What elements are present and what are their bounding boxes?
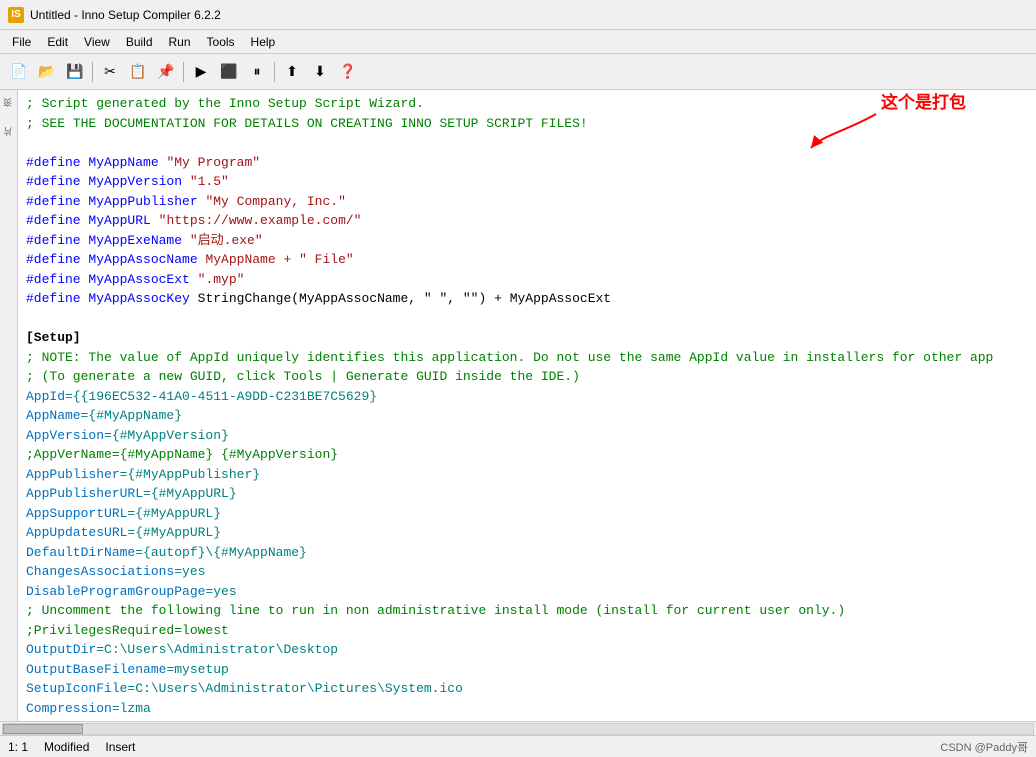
sep3 <box>274 62 275 82</box>
code-line: #define MyAppAssocExt ".myp" <box>26 270 1028 290</box>
cursor-position: 1: 1 <box>8 740 28 754</box>
hscroll-thumb[interactable] <box>3 724 83 734</box>
edit-mode: Insert <box>105 740 135 754</box>
code-line: #define MyAppPublisher "My Company, Inc.… <box>26 192 1028 212</box>
paste-toolbar-btn[interactable]: 📌 <box>153 59 179 85</box>
code-line: DefaultDirName={autopf}\{#MyAppName} <box>26 543 1028 563</box>
code-line: ; Uncomment the following line to run in… <box>26 601 1028 621</box>
menu-item-build[interactable]: Build <box>118 33 161 51</box>
code-line: #define MyAppAssocName MyAppName + " Fil… <box>26 250 1028 270</box>
code-line <box>26 133 1028 153</box>
export2-toolbar-btn[interactable]: ⬇ <box>307 59 333 85</box>
editor[interactable]: ; Script generated by the Inno Setup Scr… <box>18 90 1036 721</box>
menu-item-edit[interactable]: Edit <box>39 33 76 51</box>
code-line: ; SEE THE DOCUMENTATION FOR DETAILS ON C… <box>26 114 1028 134</box>
horizontal-scrollbar[interactable] <box>0 721 1036 735</box>
code-line: ;AppVerName={#MyAppName} {#MyAppVersion} <box>26 445 1028 465</box>
code-line: #define MyAppVersion "1.5" <box>26 172 1028 192</box>
menu-item-file[interactable]: File <box>4 33 39 51</box>
help-toolbar-btn[interactable]: ❓ <box>335 59 361 85</box>
code-line: #define MyAppName "My Program" <box>26 153 1028 173</box>
code-line: #define MyAppURL "https://www.example.co… <box>26 211 1028 231</box>
sidebar: 资 片 <box>0 90 18 721</box>
code-line: ;PrivilegesRequired=lowest <box>26 621 1028 641</box>
code-line: ; (To generate a new GUID, click Tools |… <box>26 367 1028 387</box>
code-line: SolidCompression=yes <box>26 718 1028 721</box>
app-icon: IS <box>8 7 24 23</box>
toolbar: 📄📂💾 ✂📋📌 ▶⬛⏸ ⬆⬇❓ <box>0 54 1036 90</box>
hscroll-track[interactable] <box>2 723 1034 735</box>
code-line: AppSupportURL={#MyAppURL} <box>26 504 1028 524</box>
code-line: OutputDir=C:\Users\Administrator\Desktop <box>26 640 1028 660</box>
code-line: AppPublisherURL={#MyAppURL} <box>26 484 1028 504</box>
title-bar: IS Untitled - Inno Setup Compiler 6.2.2 <box>0 0 1036 30</box>
sep1 <box>92 62 93 82</box>
code-line: ; NOTE: The value of AppId uniquely iden… <box>26 348 1028 368</box>
code-line: ChangesAssociations=yes <box>26 562 1028 582</box>
code-line: AppPublisher={#MyAppPublisher} <box>26 465 1028 485</box>
new-toolbar-btn[interactable]: 📄 <box>6 59 32 85</box>
code-line: OutputBaseFilename=mysetup <box>26 660 1028 680</box>
code-line: AppVersion={#MyAppVersion} <box>26 426 1028 446</box>
copy-toolbar-btn[interactable]: 📋 <box>125 59 151 85</box>
code-line: AppName={#MyAppName} <box>26 406 1028 426</box>
code-line: Compression=lzma <box>26 699 1028 719</box>
pause-toolbar-btn[interactable]: ⏸ <box>244 59 270 85</box>
code-line: ; Script generated by the Inno Setup Scr… <box>26 94 1028 114</box>
sep2 <box>183 62 184 82</box>
status-left: 1: 1 Modified Insert <box>8 740 135 754</box>
sidebar-label-1: 资 <box>2 98 15 107</box>
modified-status: Modified <box>44 740 89 754</box>
code-line: #define MyAppExeName "启动.exe" <box>26 231 1028 251</box>
code-line: SetupIconFile=C:\Users\Administrator\Pic… <box>26 679 1028 699</box>
status-right: CSDN @Paddy哥 <box>940 739 1028 755</box>
menu-item-run[interactable]: Run <box>161 33 199 51</box>
menu-item-view[interactable]: View <box>76 33 118 51</box>
cut-toolbar-btn[interactable]: ✂ <box>97 59 123 85</box>
code-line: AppId={{196EC532-41A0-4511-A9DD-C231BE7C… <box>26 387 1028 407</box>
code-line: #define MyAppAssocKey StringChange(MyApp… <box>26 289 1028 309</box>
run-toolbar-btn[interactable]: ▶ <box>188 59 214 85</box>
export1-toolbar-btn[interactable]: ⬆ <box>279 59 305 85</box>
code-line: [Setup] <box>26 328 1028 348</box>
open-toolbar-btn[interactable]: 📂 <box>34 59 60 85</box>
code-line <box>26 309 1028 329</box>
menu-bar: FileEditViewBuildRunToolsHelp <box>0 30 1036 54</box>
save-toolbar-btn[interactable]: 💾 <box>62 59 88 85</box>
sidebar-label-2: 片 <box>2 127 15 136</box>
window-title: Untitled - Inno Setup Compiler 6.2.2 <box>30 8 221 22</box>
code-line: DisableProgramGroupPage=yes <box>26 582 1028 602</box>
menu-item-tools[interactable]: Tools <box>199 33 243 51</box>
stop-toolbar-btn[interactable]: ⬛ <box>216 59 242 85</box>
code-line: AppUpdatesURL={#MyAppURL} <box>26 523 1028 543</box>
status-bar: 1: 1 Modified Insert CSDN @Paddy哥 <box>0 735 1036 757</box>
menu-item-help[interactable]: Help <box>243 33 284 51</box>
main-area: 资 片 ; Script generated by the Inno Setup… <box>0 90 1036 721</box>
